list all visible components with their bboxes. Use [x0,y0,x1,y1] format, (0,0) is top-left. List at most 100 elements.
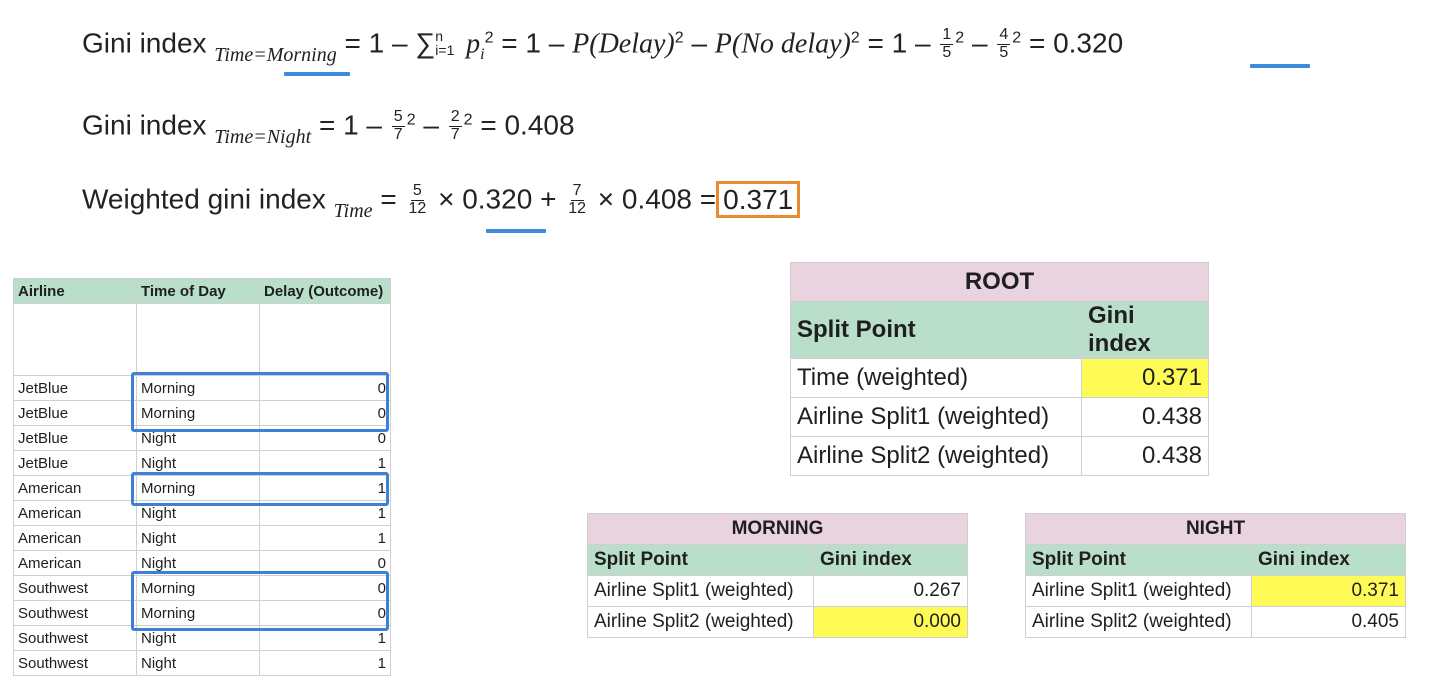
table-row: Southwest Night 1 [13,650,391,676]
cell-airline: Southwest [13,600,137,626]
table-row: Airline Split2 (weighted) 0.405 [1025,606,1406,638]
frac1-exponent: 2 [955,29,965,47]
fraction-5-12: 5 12 [408,182,427,217]
root-col-gini-index: Gini index [1081,301,1209,359]
header-airline: Airline [13,278,137,304]
table-row: Time (weighted) 0.371 [790,358,1209,398]
times-sign-1: × [438,183,455,215]
cell-delay: 1 [259,525,391,551]
cell-airline: American [13,500,137,526]
night-col-split-point: Split Point [1025,544,1252,576]
header-time-of-day: Time of Day [136,278,260,304]
morning-split-label: Airline Split1 (weighted) [587,575,814,607]
table-row: Airline Split2 (weighted) 0.000 [587,606,968,638]
cell-airline: Southwest [13,575,137,601]
formula-morning-minus2: – [971,27,988,59]
formula-morning-eq3: = 1 – [867,27,931,59]
night-gini-table: NIGHT Split Point Gini index Airline Spl… [1025,513,1406,638]
formula-weighted-subscript: Time [333,199,373,222]
formula-night-eq2: = [480,109,497,141]
night-col-gini-index: Gini index [1251,544,1406,576]
morning-gini-result: 0.320 [1053,27,1124,59]
blank-row [13,303,391,376]
morning-gini-value: 0.267 [813,575,968,607]
weighted-gini-result: 0.371 [716,180,801,218]
underline-weighted-value [486,229,546,233]
root-gini-value: 0.438 [1081,397,1209,437]
formula-morning-eq4: = [1028,27,1046,59]
fraction-1-5: 15 [940,26,954,61]
times-sign-2: × [597,183,615,215]
cell-airline: Southwest [13,625,137,651]
weighted-morning-value: 0.320 [462,183,533,215]
fraction-7-12: 7 12 [568,182,586,217]
cell-airline: JetBlue [13,375,137,401]
night-gini-value: 0.371 [1251,575,1406,607]
cell-airline: JetBlue [13,450,137,476]
underline-morning-result [1250,64,1310,68]
formula-morning-eq1: = 1 – [344,27,408,59]
flight-table-header: Airline Time of Day Delay (Outcome) [13,278,391,304]
formula-morning-label: Gini index [82,27,207,59]
p-term: p [466,28,481,60]
fraction-2-7: 27 [448,108,462,143]
root-split-label: Time (weighted) [790,358,1082,398]
morning-split-label: Airline Split2 (weighted) [587,606,814,638]
root-col-split-point: Split Point [790,301,1082,359]
weighted-night-value: 0.408 [621,183,692,215]
morning-gini-table: MORNING Split Point Gini index Airline S… [587,513,968,638]
cell-airline: JetBlue [13,425,137,451]
table-row: Airline Split1 (weighted) 0.267 [587,575,968,607]
formula-night: Gini index Time=Night = 1 – 572 – 272 = … [82,108,575,146]
cell-airline: American [13,550,137,576]
root-split-label: Airline Split1 (weighted) [790,397,1082,437]
cell-airline: American [13,525,137,551]
night-frac2-exponent: 2 [463,111,473,129]
night-frac1-exponent: 2 [406,111,416,129]
cell-time: Night [136,650,260,676]
frac2-exponent: 2 [1012,29,1022,47]
morning-col-gini-index: Gini index [813,544,968,576]
cell-airline: JetBlue [13,400,137,426]
formula-night-minus: – [423,109,439,141]
p-delay-exponent: 2 [674,29,684,47]
night-gini-value: 0.405 [1251,606,1406,638]
formula-night-label: Gini index [82,109,207,141]
table-row: Airline Split1 (weighted) 0.371 [1025,575,1406,607]
morning-selection-american [131,472,389,506]
formula-morning-eq2: = 1 – [501,27,565,59]
cell-airline: American [13,475,137,501]
p-nodelay-exponent: 2 [850,29,860,47]
morning-selection-jetblue [131,372,389,432]
morning-gini-value: 0.000 [813,606,968,638]
formula-weighted-eq2: = [699,183,717,215]
formula-weighted-label: Weighted gini index [82,183,326,215]
cell-delay: 1 [259,650,391,676]
formula-morning-minus: – [691,27,708,59]
sum-lower: i=1 [435,42,455,59]
formula-night-eq1: = 1 – [318,109,382,141]
cell-time: Night [136,525,260,551]
table-row: Airline Split1 (weighted) 0.438 [790,397,1209,437]
table-row: American Night 1 [13,525,391,551]
root-table-title: ROOT [790,262,1209,302]
p-exponent: 2 [484,29,494,47]
fraction-5-7: 57 [391,108,405,143]
night-split-label: Airline Split2 (weighted) [1025,606,1252,638]
formula-weighted-eq1: = [380,183,397,215]
night-split-label: Airline Split1 (weighted) [1025,575,1252,607]
morning-selection-southwest [131,571,389,631]
fraction-4-5: 45 [997,26,1011,61]
night-gini-result: 0.408 [504,109,575,141]
morning-table-title: MORNING [587,513,968,545]
root-gini-table: ROOT Split Point Gini index Time (weight… [790,262,1209,476]
root-gini-value: 0.371 [1081,358,1209,398]
p-subscript: i [480,45,485,63]
underline-morning-subscript [284,72,350,76]
root-gini-value: 0.438 [1081,436,1209,476]
p-nodelay: P(No delay) [714,28,851,60]
root-split-label: Airline Split2 (weighted) [790,436,1082,476]
formula-weighted: Weighted gini index Time = 5 12 × 0.320 +… [82,180,801,222]
night-table-title: NIGHT [1025,513,1406,545]
table-row: Airline Split2 (weighted) 0.438 [790,436,1209,476]
